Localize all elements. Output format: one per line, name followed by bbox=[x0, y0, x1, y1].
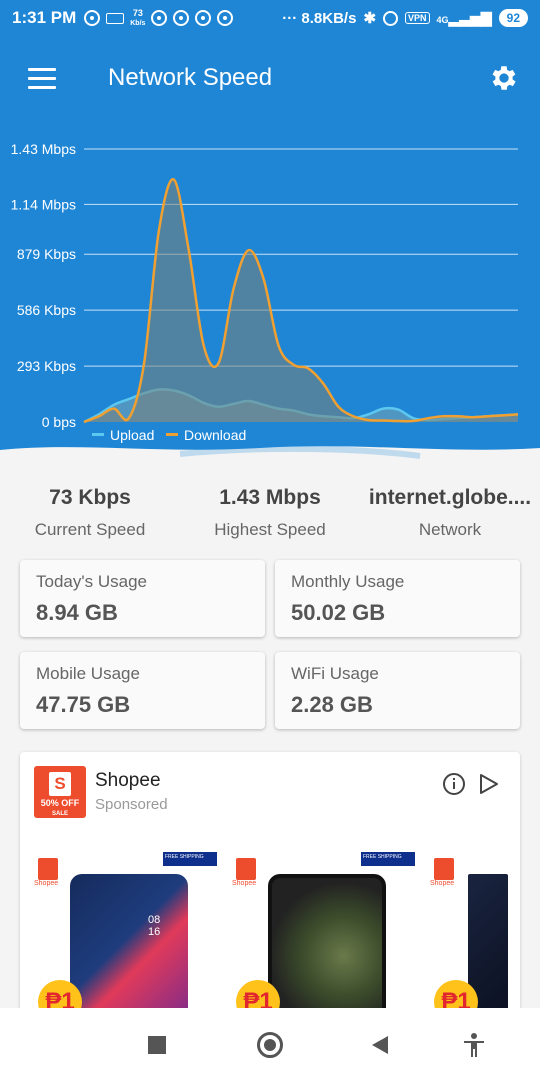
system-nav-bar bbox=[0, 1008, 540, 1080]
y-tick-label: 0 bps bbox=[42, 414, 76, 430]
stat-label: Highest Speed bbox=[214, 520, 326, 539]
free-shipping-badge: FREE SHIPPING bbox=[163, 852, 217, 866]
y-tick-label: 1.43 Mbps bbox=[11, 141, 76, 157]
usage-label: Monthly Usage bbox=[291, 572, 405, 591]
app-bar: Network Speed bbox=[0, 36, 540, 122]
ad-product-card[interactable]: Shopee FREE SHIPPING 08 16 ₱1 bbox=[32, 852, 217, 1012]
status-time: 1:31 PM bbox=[12, 8, 77, 27]
status-bar: 1:31 PM 73 Kb/s ··· 8.8KB/s ✱ VPN 4G▂▃▅▇… bbox=[0, 0, 540, 36]
shopee-mark-icon bbox=[236, 858, 256, 880]
usage-value: 2.28 GB bbox=[291, 692, 373, 717]
record-icon bbox=[84, 10, 101, 26]
usage-card-wifi[interactable]: WiFi Usage 2.28 GB bbox=[275, 652, 520, 729]
alarm-icon bbox=[383, 10, 399, 26]
usage-label: Today's Usage bbox=[36, 572, 147, 591]
circle-home-icon[interactable] bbox=[257, 1032, 283, 1058]
stat-label: Current Speed bbox=[34, 520, 146, 539]
usage-value: 50.02 GB bbox=[291, 600, 386, 625]
square-recents-icon[interactable] bbox=[148, 1036, 166, 1054]
series-area-download bbox=[84, 179, 518, 422]
phone-image bbox=[268, 874, 386, 1012]
shop-label: Shopee bbox=[232, 880, 257, 887]
sim-icon bbox=[106, 12, 125, 24]
ad-product-card[interactable]: Shopee ₱1 bbox=[428, 852, 520, 1012]
usage-card-today[interactable]: Today's Usage 8.94 GB bbox=[20, 560, 265, 637]
signal-icon: 4G▂▃▅▇ bbox=[436, 9, 492, 26]
usage-value: 8.94 GB bbox=[36, 600, 118, 625]
legend-swatch bbox=[92, 433, 104, 436]
shopee-mark-icon bbox=[38, 858, 58, 880]
stat-value: internet.globe.... bbox=[368, 486, 532, 509]
shop-label: Shopee bbox=[430, 880, 455, 887]
adchoices-play-icon[interactable] bbox=[476, 772, 500, 796]
gear-icon[interactable] bbox=[488, 62, 520, 94]
speed-chart: 1.43 Mbps 1.14 Mbps 879 Kbps 586 Kbps 293 Kb… bbox=[0, 122, 540, 467]
chrome-icon bbox=[217, 10, 234, 26]
sponsored-ad[interactable]: S 50% OFF SALE Shopee Sponsored Shopee F… bbox=[20, 752, 520, 1012]
stat-value: 73 Kbps bbox=[49, 486, 131, 509]
stats-row: 73 Kbps Current Speed 1.43 Mbps Highest … bbox=[0, 486, 540, 540]
ad-title[interactable]: Shopee bbox=[95, 770, 161, 792]
status-notification-icons: 73 Kb/s bbox=[84, 7, 234, 28]
speed-indicator: 73 Kb/s bbox=[130, 7, 146, 27]
usage-label: Mobile Usage bbox=[36, 664, 140, 683]
triangle-back-icon[interactable] bbox=[370, 1034, 390, 1056]
y-tick-label: 586 Kbps bbox=[17, 302, 76, 318]
ad-product-card[interactable]: Shopee FREE SHIPPING ₱1 bbox=[230, 852, 415, 1012]
speed-chart-svg: 1.43 Mbps 1.14 Mbps 879 Kbps 586 Kbps 293 Kb… bbox=[0, 141, 540, 467]
legend-label: Download bbox=[184, 427, 246, 443]
usage-value: 47.75 GB bbox=[36, 692, 131, 717]
stat-value: 1.43 Mbps bbox=[219, 486, 321, 509]
stat-label: Network bbox=[418, 520, 482, 539]
shopping-bag-icon: S bbox=[49, 772, 71, 796]
battery-icon: 92 bbox=[498, 9, 528, 27]
y-tick-label: 1.14 Mbps bbox=[11, 196, 76, 212]
usage-label: WiFi Usage bbox=[291, 664, 379, 683]
bluetooth-icon: ✱ bbox=[363, 10, 377, 27]
free-shipping-badge: FREE SHIPPING bbox=[361, 852, 415, 866]
phone-image: 08 16 bbox=[70, 874, 188, 1012]
y-tick-label: 293 Kbps bbox=[17, 358, 76, 374]
stat-current-speed: 73 Kbps Current Speed bbox=[0, 486, 180, 540]
chrome-icon bbox=[173, 10, 190, 26]
shop-label: Shopee bbox=[34, 880, 59, 887]
vpn-badge: VPN bbox=[405, 12, 430, 24]
legend-label: Upload bbox=[110, 427, 154, 443]
y-tick-label: 879 Kbps bbox=[17, 246, 76, 262]
chrome-icon bbox=[195, 10, 212, 26]
net-speed: ··· 8.8KB/s bbox=[282, 9, 357, 27]
legend-swatch bbox=[166, 433, 178, 436]
accessibility-icon[interactable] bbox=[462, 1032, 486, 1058]
usage-card-mobile[interactable]: Mobile Usage 47.75 GB bbox=[20, 652, 265, 729]
shopee-mark-icon bbox=[434, 858, 454, 880]
info-icon[interactable] bbox=[442, 772, 466, 796]
page-title: Network Speed bbox=[108, 64, 273, 91]
ad-sponsored-label: Sponsored bbox=[95, 796, 168, 813]
shopee-logo[interactable]: S 50% OFF SALE bbox=[34, 766, 86, 818]
hamburger-menu-icon[interactable] bbox=[28, 68, 56, 90]
usage-card-monthly[interactable]: Monthly Usage 50.02 GB bbox=[275, 560, 520, 637]
logo-badge: 50% OFF SALE bbox=[40, 798, 80, 818]
phone-time: 08 16 bbox=[148, 914, 161, 938]
chrome-icon bbox=[151, 10, 168, 26]
stat-network: internet.globe.... Network bbox=[360, 486, 540, 540]
stat-highest-speed: 1.43 Mbps Highest Speed bbox=[180, 486, 360, 540]
